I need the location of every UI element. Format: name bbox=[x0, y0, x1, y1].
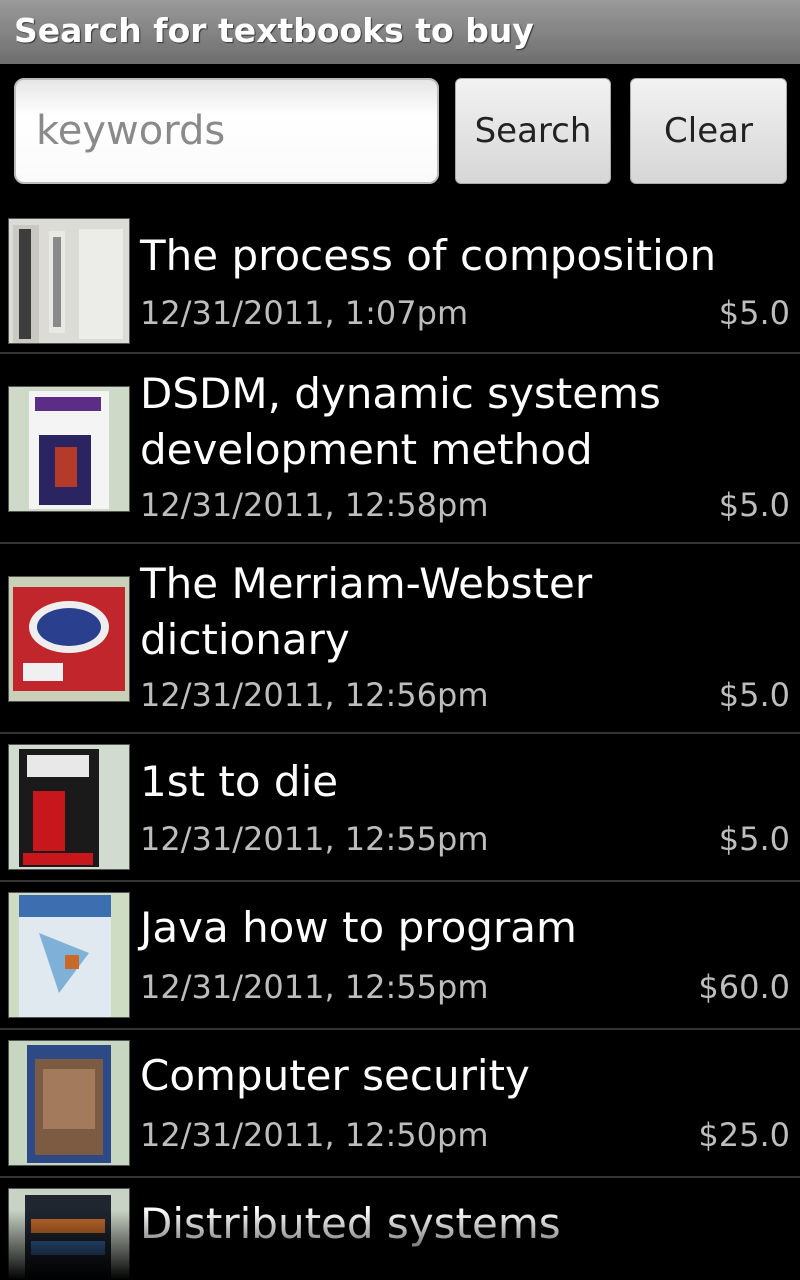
item-price: $25.0 bbox=[698, 1116, 790, 1154]
item-date: 12/31/2011, 12:55pm bbox=[140, 968, 489, 1006]
book-cover-security-icon bbox=[8, 1040, 130, 1166]
book-cover-composition-icon bbox=[8, 218, 130, 344]
item-title: Computer security bbox=[140, 1051, 530, 1100]
item-title: The process of composition bbox=[140, 231, 717, 280]
item-date: 12/31/2011, 12:58pm bbox=[140, 486, 489, 524]
item-title: Java how to program bbox=[140, 903, 577, 952]
item-date: 12/31/2011, 12:55pm bbox=[140, 820, 489, 858]
clear-button[interactable]: Clear bbox=[630, 78, 787, 184]
title-bar: Search for textbooks to buy bbox=[0, 0, 800, 64]
item-title: The Merriam-Webster dictionary bbox=[140, 559, 593, 664]
item-price: $60.0 bbox=[698, 968, 790, 1006]
list-item[interactable]: Computer security 12/31/2011, 12:50pm $2… bbox=[0, 1030, 800, 1178]
item-date: 12/31/2011, 12:56pm bbox=[140, 676, 489, 714]
item-price: $5.0 bbox=[718, 820, 790, 858]
item-date: 12/31/2011, 1:07pm bbox=[140, 294, 469, 332]
scroll-fade bbox=[0, 1210, 800, 1280]
page-title: Search for textbooks to buy bbox=[14, 11, 534, 50]
textbook-list[interactable]: The process of composition 12/31/2011, 1… bbox=[0, 208, 800, 1280]
book-cover-dsdm-icon bbox=[8, 386, 130, 512]
item-date: 12/31/2011, 12:50pm bbox=[140, 1116, 489, 1154]
search-button[interactable]: Search bbox=[455, 78, 611, 184]
book-cover-1st-to-die-icon bbox=[8, 744, 130, 870]
list-item[interactable]: 1st to die 12/31/2011, 12:55pm $5.0 bbox=[0, 734, 800, 882]
search-input[interactable] bbox=[14, 78, 439, 184]
list-item[interactable]: The Merriam-Webster dictionary 12/31/201… bbox=[0, 544, 800, 734]
list-item[interactable]: The process of composition 12/31/2011, 1… bbox=[0, 208, 800, 354]
book-cover-java-icon bbox=[8, 892, 130, 1018]
book-cover-dictionary-icon bbox=[8, 576, 130, 702]
list-item[interactable]: DSDM, dynamic systems development method… bbox=[0, 354, 800, 544]
item-price: $5.0 bbox=[718, 676, 790, 714]
item-price: $5.0 bbox=[718, 486, 790, 524]
item-title: DSDM, dynamic systems development method bbox=[140, 369, 661, 474]
list-item[interactable]: Java how to program 12/31/2011, 12:55pm … bbox=[0, 882, 800, 1030]
item-title: 1st to die bbox=[140, 757, 339, 806]
item-price: $5.0 bbox=[718, 294, 790, 332]
